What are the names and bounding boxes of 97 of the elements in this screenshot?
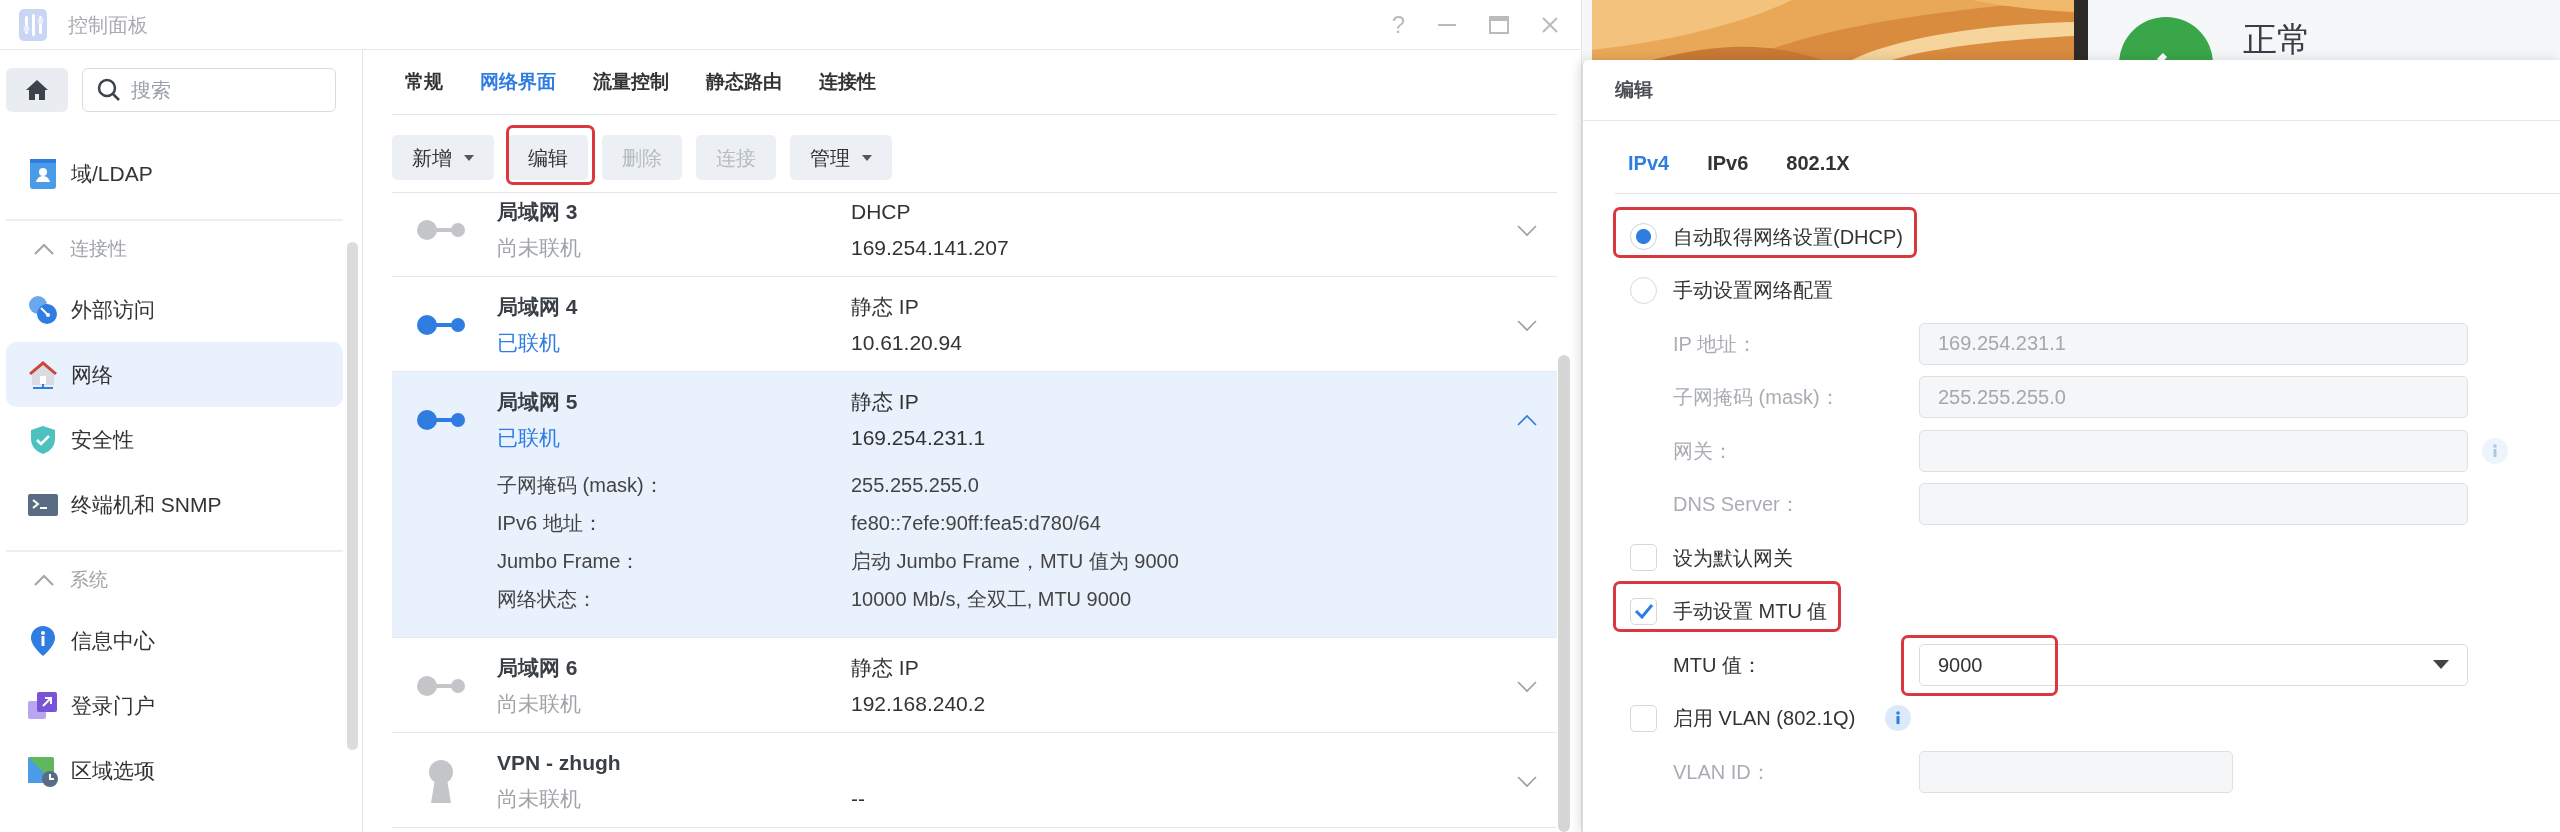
sidebar-item[interactable]: 外部访问 <box>6 277 343 342</box>
tab[interactable]: 802.1X <box>1773 148 1863 178</box>
interface-row[interactable]: VPN - zhugh 尚未联机 -- <box>392 733 1557 828</box>
info-icon[interactable] <box>1885 705 1912 732</box>
radio-button[interactable] <box>1630 276 1657 304</box>
connection-status: 尚未联机 <box>497 691 582 717</box>
ip-address: 192.168.240.2 <box>851 691 987 717</box>
close-icon[interactable] <box>1541 15 1559 34</box>
sidebar-item[interactable]: 网络 <box>6 342 343 407</box>
map-clock-icon <box>27 754 59 787</box>
tab[interactable]: 静态路由 <box>693 50 795 114</box>
chevron-down-icon[interactable] <box>1516 774 1538 788</box>
detail-value: 10000 Mb/s, 全双工, MTU 9000 <box>851 587 1132 612</box>
scrollbar[interactable] <box>347 242 358 750</box>
checkbox-label[interactable]: 设为默认网关 <box>1673 542 1793 573</box>
sliders-icon <box>18 7 48 42</box>
sidebar-item[interactable]: 信息中心 <box>6 608 343 673</box>
caret-icon <box>862 154 872 161</box>
toolbar-button[interactable]: 编辑 <box>508 135 588 180</box>
sidebar-item[interactable]: 登录门户 <box>6 673 343 738</box>
detail-label: Jumbo Frame： <box>497 549 642 574</box>
radio-label[interactable]: 手动设置网络配置 <box>1673 275 1833 306</box>
radio-label[interactable]: 自动取得网络设置(DHCP) <box>1673 221 1903 252</box>
connection-status: 尚未联机 <box>497 786 582 812</box>
search-icon <box>97 78 121 102</box>
interface-name: 局域网 3 <box>497 199 579 225</box>
tab[interactable]: IPv6 <box>1694 148 1762 178</box>
radio-button[interactable] <box>1630 223 1657 251</box>
chevron-down-icon[interactable] <box>1516 223 1538 237</box>
interface-name: 局域网 5 <box>497 389 579 415</box>
detail-label: IPv6 地址： <box>497 511 604 536</box>
sidebar-item[interactable]: 域/LDAP <box>6 141 343 206</box>
search-input[interactable]: 搜索 <box>131 75 311 105</box>
field-label: 子网掩码 (mask)： <box>1673 385 1841 411</box>
connection-status: 已联机 <box>497 330 561 356</box>
tab[interactable]: 流量控制 <box>580 50 682 114</box>
window-title: 控制面板 <box>68 12 148 38</box>
checkbox[interactable] <box>1630 597 1657 625</box>
interface-name: 局域网 4 <box>497 294 579 320</box>
address-type: 静态 IP <box>851 294 920 320</box>
chevron-up-icon[interactable] <box>1516 413 1538 427</box>
home-icon <box>25 79 49 101</box>
field-label: DNS Server： <box>1673 492 1801 518</box>
address-type: DHCP <box>851 199 912 225</box>
interface-row[interactable]: 局域网 6 尚未联机 静态 IP 192.168.240.2 <box>392 638 1557 733</box>
checkmark-icon <box>1633 603 1654 620</box>
checkbox-label[interactable]: 启用 VLAN (802.1Q) <box>1673 703 1856 734</box>
sidebar-item[interactable]: 安全性 <box>6 407 343 472</box>
link-circles-icon <box>27 293 59 326</box>
arrow-square-icon <box>27 689 59 722</box>
ip-address: 169.254.231.1 <box>851 425 987 451</box>
checkbox[interactable] <box>1630 704 1657 732</box>
sidebar-item[interactable]: 终端机和 SNMP <box>6 472 343 537</box>
detail-value: 启动 Jumbo Frame，MTU 值为 9000 <box>851 549 1179 574</box>
address-type: 静态 IP <box>851 389 920 415</box>
home-button[interactable] <box>6 68 68 112</box>
interface-row[interactable]: 局域网 5 已联机 静态 IP 169.254.231.1 子网掩码 (mask)： 255.255.255.0 IPv6 地址： fe80::7efe:90ff:fea5:d780/64 Jumbo Frame： 启动 Jumbo Frame，MTU 值为 9000 网络状态： 10000 Mb/s, 全双工, MTU 9000 <box>392 372 1557 638</box>
toolbar-button[interactable]: 新增 <box>392 135 494 180</box>
dropdown-field[interactable]: 9000 <box>1919 643 2468 686</box>
scrollbar[interactable] <box>1558 355 1570 832</box>
field-label: MTU 值： <box>1673 652 1763 678</box>
house-icon <box>27 358 59 391</box>
ip-address: 169.254.141.207 <box>851 235 1010 261</box>
interface-row[interactable]: 局域网 3 尚未联机 DHCP 169.254.141.207 <box>392 193 1557 277</box>
contact-card-icon <box>27 157 59 190</box>
search-field[interactable]: 搜索 <box>82 68 336 112</box>
ip-address: 10.61.20.94 <box>851 330 963 356</box>
tab[interactable]: 常规 <box>392 50 456 114</box>
interface-name: 局域网 6 <box>497 655 579 681</box>
toolbar-button[interactable]: 管理 <box>790 135 892 180</box>
interface-name: VPN - zhugh <box>497 750 622 776</box>
tab[interactable]: IPv4 <box>1615 148 1683 178</box>
chevron-down-icon[interactable] <box>1516 318 1538 332</box>
tab[interactable]: 网络界面 <box>467 50 569 114</box>
chevron-down-icon[interactable] <box>1516 679 1538 693</box>
field-label: VLAN ID： <box>1673 759 1772 785</box>
field-label: 网关： <box>1673 438 1734 464</box>
detail-label: 子网掩码 (mask)： <box>497 473 665 498</box>
sidebar-item[interactable]: 区域选项 <box>6 738 343 803</box>
connection-status: 尚未联机 <box>497 235 582 261</box>
caret-icon <box>2433 660 2449 670</box>
caret-icon <box>464 154 474 161</box>
chevron-up-icon[interactable] <box>33 573 55 587</box>
detail-label: 网络状态： <box>497 587 598 612</box>
detail-value: 255.255.255.0 <box>851 473 979 498</box>
field-label: IP 地址： <box>1673 331 1759 357</box>
dialog-title: 编辑 <box>1583 60 2560 121</box>
maximize-icon[interactable] <box>1489 15 1509 34</box>
detail-value: fe80::7efe:90ff:fea5:d780/64 <box>851 511 1101 536</box>
chevron-up-icon[interactable] <box>33 242 55 256</box>
address-type: 静态 IP <box>851 655 920 681</box>
ip-address: -- <box>851 786 866 812</box>
connection-status: 已联机 <box>497 425 561 451</box>
status-text: 正常 <box>2243 20 2311 60</box>
checkbox[interactable] <box>1630 544 1657 572</box>
checkbox-label[interactable]: 手动设置 MTU 值 <box>1673 596 1828 627</box>
tab[interactable]: 连接性 <box>806 50 889 114</box>
